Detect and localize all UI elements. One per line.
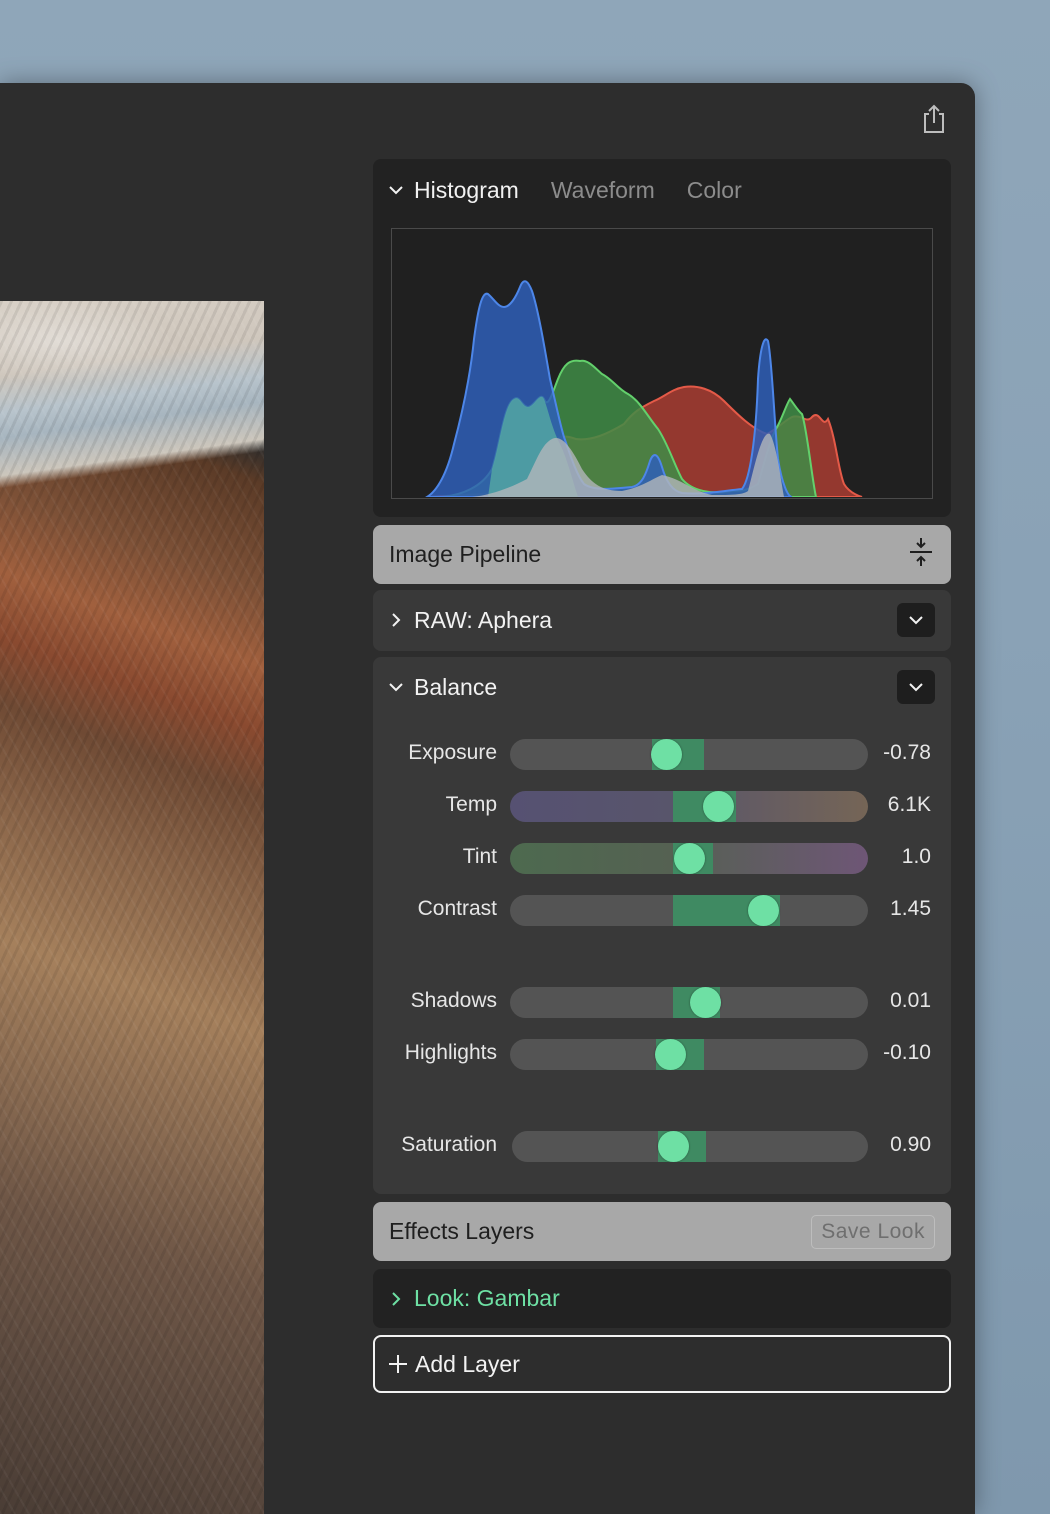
add-layer-button[interactable]: Add Layer bbox=[373, 1335, 951, 1393]
photo-preview[interactable] bbox=[0, 301, 264, 1514]
histogram-graph bbox=[391, 228, 933, 499]
look-label: Look: Gambar bbox=[414, 1285, 560, 1311]
exposure-value: -0.78 bbox=[883, 741, 931, 764]
shadows-knob[interactable] bbox=[690, 987, 721, 1018]
saturation-slider[interactable] bbox=[512, 1131, 868, 1162]
raw-label: RAW: Aphera bbox=[414, 606, 553, 633]
balance-group: Balance Exposure -0.78 Temp 6.1K Tint 1.… bbox=[373, 657, 951, 1194]
contrast-slider[interactable] bbox=[510, 895, 868, 926]
chevron-right-icon bbox=[387, 1290, 405, 1308]
balance-label: Balance bbox=[414, 673, 498, 700]
contrast-knob[interactable] bbox=[748, 895, 779, 926]
saturation-slider-row: Saturation 0.90 bbox=[373, 1129, 951, 1163]
contrast-value: 1.45 bbox=[890, 897, 931, 920]
raw-header[interactable]: RAW: Aphera bbox=[387, 607, 552, 634]
effects-layers-title: Effects Layers bbox=[389, 1218, 535, 1244]
image-pipeline-bar: Image Pipeline bbox=[373, 525, 951, 584]
chevron-down-icon bbox=[387, 678, 405, 696]
shadows-slider-row: Shadows 0.01 bbox=[373, 985, 951, 1019]
tab-color[interactable]: Color bbox=[687, 177, 742, 204]
tint-value: 1.0 bbox=[901, 845, 931, 868]
highlights-slider-row: Highlights -0.10 bbox=[373, 1037, 951, 1071]
tint-slider-row: Tint 1.0 bbox=[373, 841, 951, 875]
chevron-down-icon bbox=[909, 683, 923, 692]
exposure-slider[interactable] bbox=[510, 739, 868, 770]
effects-layers-bar: Effects Layers Save Look bbox=[373, 1202, 951, 1261]
histogram-svg bbox=[423, 280, 863, 498]
exposure-label: Exposure bbox=[408, 741, 497, 764]
shadows-label: Shadows bbox=[410, 989, 497, 1012]
contrast-label: Contrast bbox=[417, 897, 497, 920]
look-layer-item[interactable]: Look: Gambar bbox=[373, 1269, 951, 1328]
tint-slider[interactable] bbox=[510, 843, 868, 874]
saturation-value: 0.90 bbox=[890, 1133, 931, 1156]
tab-histogram[interactable]: Histogram bbox=[414, 177, 519, 204]
temp-knob[interactable] bbox=[703, 791, 734, 822]
saturation-knob[interactable] bbox=[658, 1131, 689, 1162]
temp-slider[interactable] bbox=[510, 791, 868, 822]
shadows-value: 0.01 bbox=[890, 989, 931, 1012]
add-layer-label: Add Layer bbox=[415, 1350, 520, 1377]
temp-value: 6.1K bbox=[887, 793, 931, 816]
exposure-slider-row: Exposure -0.78 bbox=[373, 737, 951, 771]
share-icon bbox=[924, 104, 944, 133]
saturation-label: Saturation bbox=[401, 1133, 497, 1156]
chevron-right-icon bbox=[387, 611, 405, 629]
temp-slider-row: Temp 6.1K bbox=[373, 789, 951, 823]
contrast-slider-row: Contrast 1.45 bbox=[373, 893, 951, 927]
histogram-tabs: Histogram Waveform Color bbox=[387, 173, 774, 207]
temp-label: Temp bbox=[445, 793, 497, 816]
highlights-knob[interactable] bbox=[655, 1039, 686, 1070]
tab-waveform[interactable]: Waveform bbox=[551, 177, 655, 204]
chevron-down-icon bbox=[909, 616, 923, 625]
highlights-label: Highlights bbox=[404, 1041, 497, 1064]
histogram-panel: Histogram Waveform Color bbox=[373, 159, 951, 517]
save-look-button[interactable]: Save Look bbox=[811, 1214, 935, 1249]
tint-label: Tint bbox=[462, 845, 497, 868]
raw-group: RAW: Aphera bbox=[373, 590, 951, 651]
highlights-value: -0.10 bbox=[883, 1041, 931, 1064]
raw-menu-button[interactable] bbox=[897, 603, 935, 637]
balance-header[interactable]: Balance bbox=[387, 674, 497, 701]
share-button[interactable] bbox=[918, 102, 950, 136]
collapse-icon[interactable] bbox=[907, 536, 935, 573]
chevron-down-icon[interactable] bbox=[387, 181, 405, 199]
image-pipeline-title: Image Pipeline bbox=[389, 541, 542, 567]
tint-knob[interactable] bbox=[674, 843, 705, 874]
exposure-knob[interactable] bbox=[651, 739, 682, 770]
highlights-slider[interactable] bbox=[510, 1039, 868, 1070]
balance-menu-button[interactable] bbox=[897, 670, 935, 704]
plus-icon bbox=[389, 1355, 407, 1373]
shadows-slider[interactable] bbox=[510, 987, 868, 1018]
